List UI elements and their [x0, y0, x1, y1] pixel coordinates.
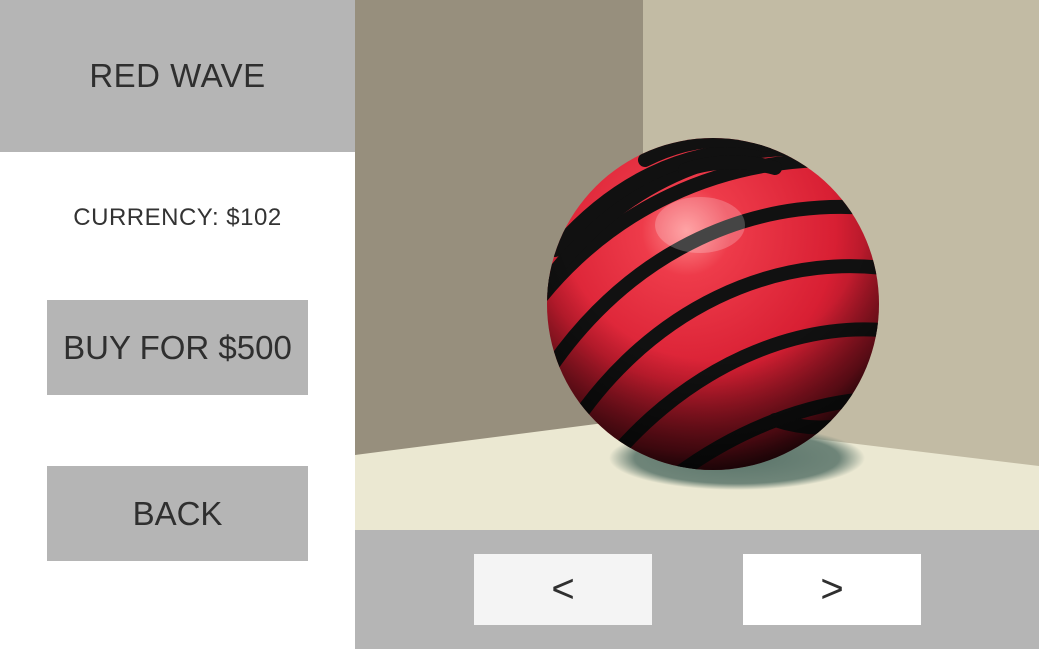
left-panel: RED WAVE CURRENCY: $102 BUY FOR $500 BAC… — [0, 0, 355, 649]
buy-button[interactable]: BUY FOR $500 — [47, 300, 308, 395]
skin-title-bar: RED WAVE — [0, 0, 355, 152]
currency-display: CURRENCY: $102 — [73, 204, 282, 231]
previous-skin-button[interactable]: < — [474, 554, 652, 625]
skin-shop-screen: RED WAVE CURRENCY: $102 BUY FOR $500 BAC… — [0, 0, 1039, 649]
back-button[interactable]: BACK — [47, 466, 308, 561]
skin-name: RED WAVE — [89, 57, 266, 94]
preview-render — [355, 0, 1039, 530]
next-skin-button[interactable]: > — [743, 554, 921, 625]
ball-preview-scene — [355, 0, 1039, 530]
bottom-nav-bar: < > — [355, 530, 1039, 649]
